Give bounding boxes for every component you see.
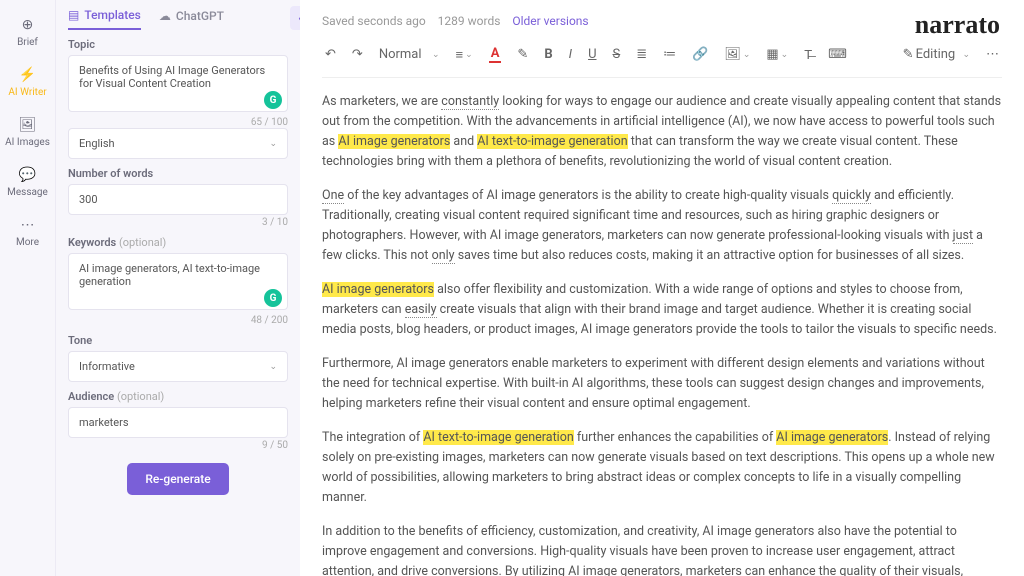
undo-button[interactable]: ↶ [322,45,339,64]
code-button[interactable]: ⌨ [825,45,850,64]
number-list-button[interactable]: ≔ [660,45,679,64]
tab-templates[interactable]: ▤Templates [68,8,141,30]
brand-logo: narrato [915,10,1000,40]
keywords-label: Keywords (optional) [68,236,288,249]
align-button[interactable]: ≡⌄ [453,45,476,65]
rail-more[interactable]: ⋯More [0,210,55,254]
rail-ai-images[interactable]: 🖼AI Images [0,110,55,154]
regenerate-button[interactable]: Re-generate [127,463,228,495]
topic-count: 65 / 100 [68,117,288,128]
paragraph: Furthermore, AI image generators enable … [322,354,1002,414]
more-toolbar-button[interactable]: ⋯ [983,45,1002,64]
table-button[interactable]: ▦⌄ [763,45,791,64]
paragraph: As marketers, we are constantly looking … [322,92,1002,172]
editor-area: narrato Saved seconds ago 1289 words Old… [300,0,1024,576]
chevron-down-icon: ⌄ [269,362,277,372]
clear-format-button[interactable]: T̶ [801,45,815,65]
side-panel: ‹ ▤Templates ☁ChatGPT Topic Benefits of … [56,0,300,576]
chatgpt-icon: ☁ [159,9,171,23]
editor-toolbar: ↶ ↷ Normal ⌄ ≡⌄ A ✎ B I U S ≣ ≔ 🔗 🖼⌄ ▦⌄ … [322,38,1002,78]
bolt-icon: ⚡ [19,66,37,84]
paragraph: One of the key advantages of AI image ge… [322,186,1002,266]
italic-button[interactable]: I [566,45,575,64]
paragraph-style-select[interactable]: Normal ⌄ [376,45,443,64]
editing-mode-select[interactable]: ✎ Editing ⌄ [900,45,973,64]
keywords-input[interactable]: AI image generators, AI text-to-image ge… [68,253,288,310]
bold-button[interactable]: B [541,45,555,64]
underline-button[interactable]: U [585,45,599,64]
tab-chatgpt[interactable]: ☁ChatGPT [159,8,224,30]
audience-count: 9 / 50 [68,440,288,451]
redo-button[interactable]: ↷ [349,45,366,64]
words-input[interactable] [68,184,288,215]
keywords-count: 48 / 200 [68,315,288,326]
grammarly-icon[interactable]: G [264,289,282,307]
topic-label: Topic [68,38,288,51]
words-count: 3 / 10 [68,217,288,228]
left-rail: ⊕Brief ⚡AI Writer 🖼AI Images 💬Message ⋯M… [0,0,56,576]
audience-label: Audience (optional) [68,390,288,403]
topic-input[interactable]: Benefits of Using AI Image Generators fo… [68,55,288,112]
older-versions-link[interactable]: Older versions [512,14,588,28]
collapse-panel-button[interactable]: ‹ [290,6,300,30]
highlight-button[interactable]: ✎ [514,45,531,64]
bullet-list-button[interactable]: ≣ [633,45,650,64]
paragraph: AI image generators also offer flexibili… [322,280,1002,340]
rail-ai-writer[interactable]: ⚡AI Writer [0,60,55,104]
target-icon: ⊕ [19,16,37,34]
strike-button[interactable]: S [610,45,624,64]
status-bar: Saved seconds ago 1289 words Older versi… [322,14,1002,28]
paragraph: The integration of AI text-to-image gene… [322,428,1002,508]
link-button[interactable]: 🔗 [689,45,711,64]
rail-message[interactable]: 💬Message [0,160,55,204]
document-body[interactable]: As marketers, we are constantly looking … [322,92,1002,576]
words-label: Number of words [68,167,288,180]
tone-label: Tone [68,334,288,347]
chat-icon: 💬 [19,166,37,184]
language-select[interactable]: English⌄ [68,128,288,159]
rail-brief[interactable]: ⊕Brief [0,10,55,54]
image-button[interactable]: 🖼⌄ [721,45,753,64]
tone-select[interactable]: Informative⌄ [68,351,288,382]
image-icon: 🖼 [19,116,37,134]
paragraph: In addition to the benefits of efficienc… [322,522,1002,576]
text-color-button[interactable]: A [486,44,505,65]
chevron-down-icon: ⌄ [269,139,277,149]
audience-input[interactable] [68,407,288,438]
templates-icon: ▤ [68,8,79,22]
grammarly-icon[interactable]: G [264,91,282,109]
more-icon: ⋯ [19,216,37,234]
